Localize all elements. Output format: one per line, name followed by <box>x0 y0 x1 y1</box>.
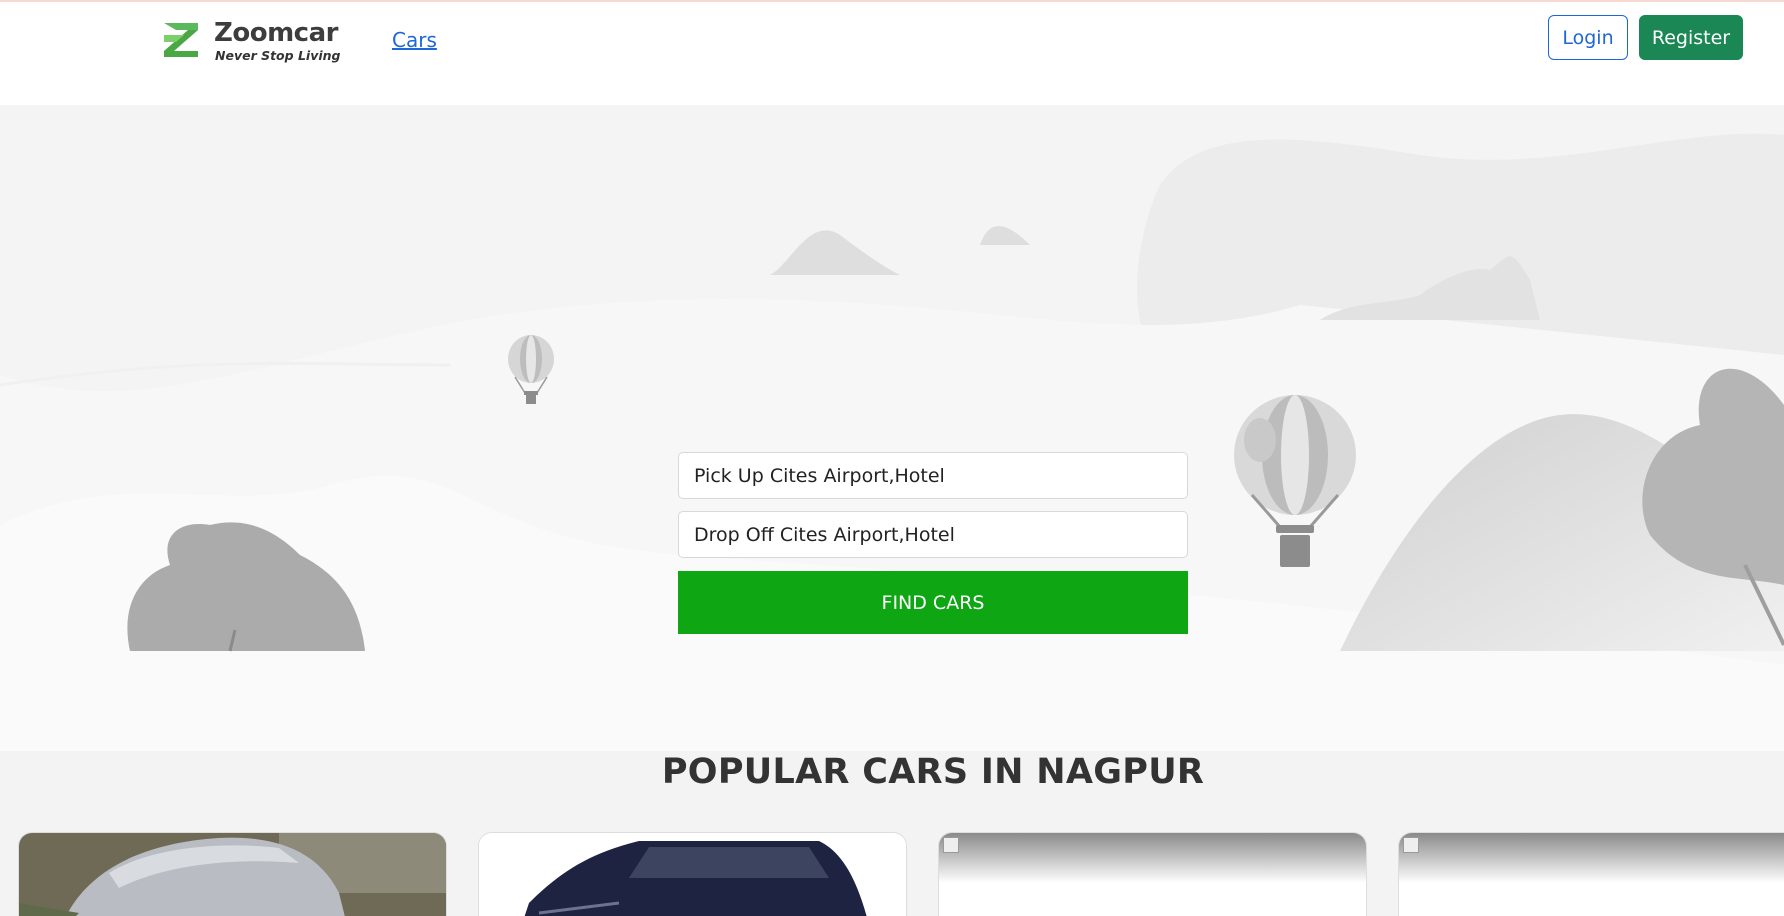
dropoff-input[interactable]: Drop Off Cites Airport,Hotel <box>678 511 1188 558</box>
hero-background-illustration <box>0 133 1784 751</box>
broken-image-icon <box>943 837 959 853</box>
site-header: Zoomcar Never Stop Living Cars Login Reg… <box>0 2 1784 105</box>
login-button[interactable]: Login <box>1548 15 1628 60</box>
broken-image-icon <box>1403 837 1419 853</box>
hot-air-balloon-icon <box>1234 395 1356 567</box>
hot-air-balloon-icon <box>508 335 554 404</box>
popular-cars-title: POPULAR CARS IN NAGPUR <box>661 752 1205 792</box>
car-card[interactable] <box>478 832 907 916</box>
pickup-input[interactable]: Pick Up Cites Airport,Hotel <box>678 452 1188 499</box>
car-card[interactable] <box>938 832 1367 916</box>
brand-tagline: Never Stop Living <box>215 48 341 63</box>
zoomcar-logo[interactable]: Zoomcar Never Stop Living <box>162 18 342 64</box>
zoomcar-logo-icon <box>164 23 198 57</box>
car-card[interactable] <box>1398 832 1784 916</box>
silver-car-photo <box>19 833 446 916</box>
nav-link-cars[interactable]: Cars <box>392 28 437 52</box>
find-cars-button[interactable]: FIND CARS <box>678 571 1188 634</box>
hero-section: Pick Up Cites Airport,Hotel Drop Off Cit… <box>0 105 1784 751</box>
car-card[interactable] <box>18 832 447 916</box>
navy-suv-photo <box>479 833 906 916</box>
brand-name: Zoomcar <box>214 18 338 48</box>
register-button[interactable]: Register <box>1639 15 1743 60</box>
popular-cars-list <box>0 832 1784 916</box>
